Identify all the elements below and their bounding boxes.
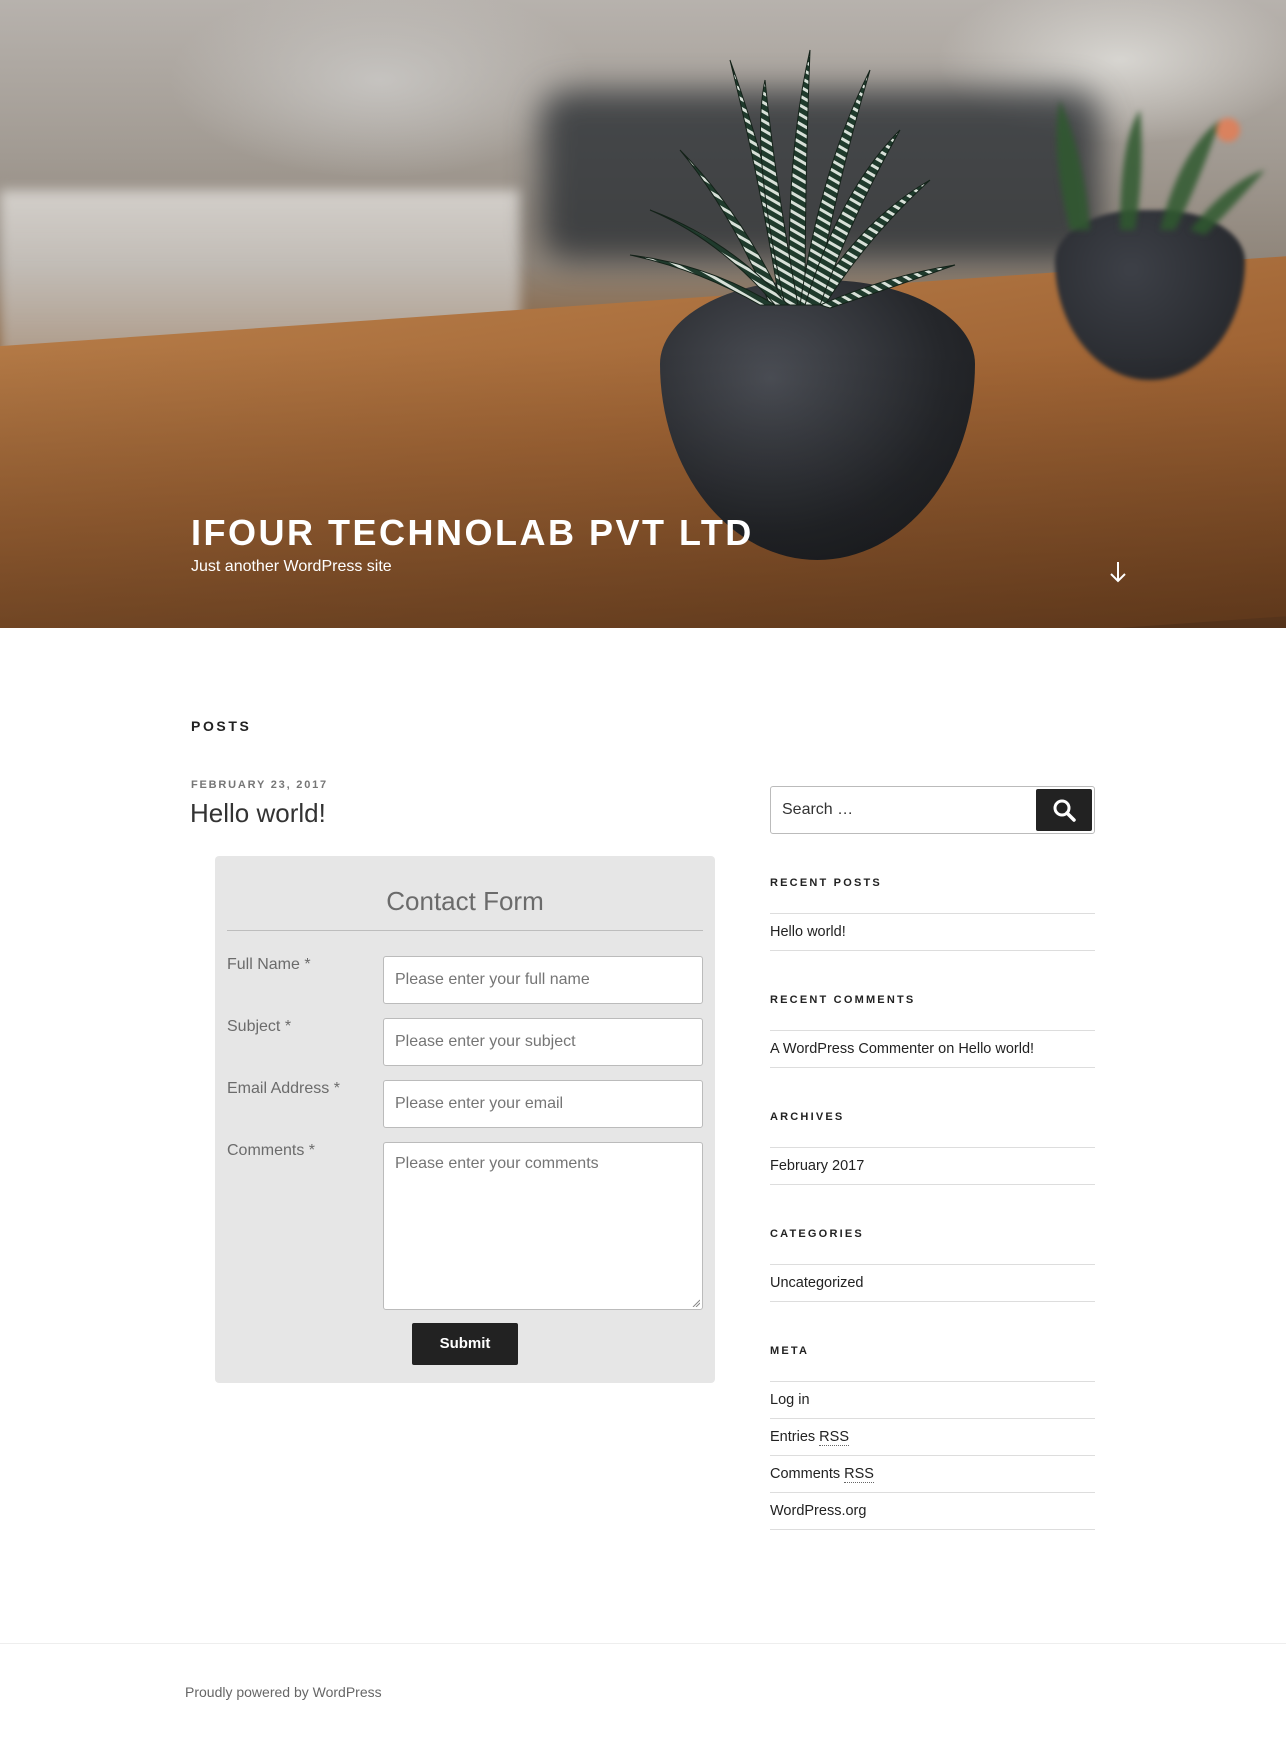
site-tagline: Just another WordPress site: [191, 558, 392, 575]
comments-wrapper: [383, 1142, 703, 1310]
email-label: Email Address *: [227, 1080, 340, 1097]
category-link[interactable]: Uncategorized: [770, 1275, 864, 1291]
entries-rss-link[interactable]: Entries RSS: [770, 1429, 849, 1446]
full-name-field[interactable]: [383, 956, 703, 1004]
search-input[interactable]: Search …: [782, 801, 853, 819]
list-item: A WordPress Commenter on Hello world!: [770, 1031, 1095, 1068]
wordpress-org-link[interactable]: WordPress.org: [770, 1503, 866, 1519]
footer-credit-link[interactable]: Proudly powered by WordPress: [185, 1684, 382, 1700]
submit-button[interactable]: Submit: [412, 1323, 518, 1365]
archive-link[interactable]: February 2017: [770, 1158, 864, 1174]
list-item[interactable]: Comments RSS: [770, 1456, 1095, 1493]
recent-posts-list: Hello world!: [770, 913, 1095, 951]
subject-label: Subject *: [227, 1018, 292, 1035]
log-in-link[interactable]: Log in: [770, 1392, 810, 1408]
meta-list: Log in Entries RSS Comments RSS WordPres…: [770, 1381, 1095, 1530]
comments-field[interactable]: [383, 1142, 703, 1310]
site-header: IFOUR TECHNOLAB PVT LTD Just another Wor…: [0, 0, 1286, 628]
arrow-down-icon[interactable]: [1106, 558, 1130, 586]
list-item[interactable]: WordPress.org: [770, 1493, 1095, 1530]
comments-label: Comments: [770, 1466, 841, 1482]
meta-title: META: [770, 1345, 810, 1357]
rss-abbr: RSS: [819, 1429, 849, 1446]
list-item[interactable]: Entries RSS: [770, 1419, 1095, 1456]
resize-handle-icon[interactable]: [692, 1299, 700, 1307]
search-button[interactable]: [1036, 789, 1092, 831]
list-item[interactable]: Log in: [770, 1382, 1095, 1419]
divider: [227, 930, 703, 931]
contact-form: Contact Form Full Name * Subject * Email…: [215, 856, 715, 1383]
comments-rss-link[interactable]: Comments RSS: [770, 1466, 874, 1483]
full-name-label: Full Name *: [227, 956, 311, 973]
site-title[interactable]: IFOUR TECHNOLAB PVT LTD: [191, 512, 754, 554]
post-title[interactable]: Hello world!: [190, 798, 326, 829]
comment-post-link[interactable]: Hello world!: [958, 1041, 1034, 1057]
recent-comments-list: A WordPress Commenter on Hello world!: [770, 1030, 1095, 1068]
post-date[interactable]: FEBRUARY 23, 2017: [191, 779, 328, 791]
comment-author-link[interactable]: A WordPress Commenter: [770, 1041, 934, 1057]
search-form: Search …: [770, 786, 1095, 834]
search-icon: [1053, 799, 1076, 822]
comments-label: Comments *: [227, 1142, 316, 1159]
list-item[interactable]: Hello world!: [770, 914, 1095, 951]
categories-title: CATEGORIES: [770, 1228, 864, 1240]
list-item[interactable]: February 2017: [770, 1148, 1095, 1185]
rss-abbr: RSS: [844, 1466, 874, 1483]
recent-comments-title: RECENT COMMENTS: [770, 994, 916, 1006]
comment-connector: on: [938, 1041, 955, 1057]
subject-field[interactable]: [383, 1018, 703, 1066]
list-item[interactable]: Uncategorized: [770, 1265, 1095, 1302]
recent-post-link[interactable]: Hello world!: [770, 924, 846, 940]
entries-label: Entries: [770, 1429, 816, 1445]
recent-posts-title: RECENT POSTS: [770, 877, 882, 889]
divider: [0, 1643, 1286, 1644]
page-title: POSTS: [191, 718, 252, 734]
email-field[interactable]: [383, 1080, 703, 1128]
archives-title: ARCHIVES: [770, 1111, 845, 1123]
contact-form-title: Contact Form: [386, 886, 544, 916]
categories-list: Uncategorized: [770, 1264, 1095, 1302]
archives-list: February 2017: [770, 1147, 1095, 1185]
